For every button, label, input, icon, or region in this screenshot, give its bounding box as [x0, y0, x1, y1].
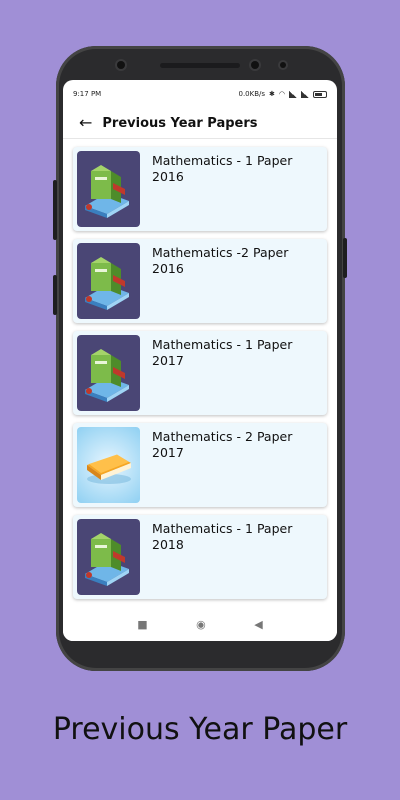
paper-card[interactable]: Mathematics - 1 Paper 2017 — [73, 331, 327, 415]
sensor — [251, 61, 259, 69]
triangle-back-icon[interactable]: ◀ — [254, 618, 262, 631]
signal-icon — [289, 90, 297, 98]
status-icons: 0.0KB/s ✱ ◠ — [238, 90, 327, 98]
side-button — [53, 275, 57, 315]
paper-card[interactable]: Mathematics - 2 Paper 2017 — [73, 423, 327, 507]
paper-title: Mathematics - 1 Paper 2017 — [152, 337, 293, 368]
earpiece-speaker — [160, 63, 240, 68]
paper-title: Mathematics - 1 Paper 2018 — [152, 521, 293, 552]
power-button — [343, 238, 347, 278]
front-camera — [117, 61, 125, 69]
paper-card[interactable]: Mathematics - 1 Paper 2018 — [73, 515, 327, 599]
paper-title: Mathematics - 2 Paper 2017 — [152, 429, 293, 460]
sensor-small — [280, 62, 286, 68]
battery-icon — [313, 90, 327, 98]
status-bar: 9:17 PM 0.0KB/s ✱ ◠ — [63, 80, 337, 108]
back-arrow-icon[interactable]: ← — [79, 115, 92, 131]
caption: Previous Year Paper — [52, 712, 348, 747]
wifi-icon: ◠ — [278, 90, 285, 98]
book-stack-icon — [77, 243, 140, 319]
paper-card[interactable]: Mathematics -2 Paper 2016 — [73, 239, 327, 323]
circle-icon[interactable]: ◉ — [196, 618, 206, 631]
system-nav-bar: ■ ◉ ◀ — [63, 607, 337, 641]
bluetooth-icon: ✱ — [269, 90, 275, 98]
papers-list: Mathematics - 1 Paper 2016 Mathematics -2… — [63, 139, 337, 599]
orange-book-icon — [77, 427, 140, 503]
app-bar: ← Previous Year Papers — [63, 108, 337, 139]
book-stack-icon — [77, 335, 140, 411]
page-title: Previous Year Papers — [102, 115, 258, 131]
paper-card[interactable]: Mathematics - 1 Paper 2016 — [73, 147, 327, 231]
volume-button — [53, 180, 57, 240]
square-icon[interactable]: ■ — [137, 618, 147, 631]
phone-screen: 9:17 PM 0.0KB/s ✱ ◠ ← Previous Year Pape… — [63, 80, 337, 641]
net-speed: 0.0KB/s — [238, 90, 266, 98]
paper-title: Mathematics -2 Paper 2016 — [152, 245, 289, 276]
book-stack-icon — [77, 151, 140, 227]
paper-title: Mathematics - 1 Paper 2016 — [152, 153, 293, 184]
signal-icon-2 — [301, 90, 309, 98]
book-stack-icon — [77, 519, 140, 595]
status-time: 9:17 PM — [73, 90, 102, 98]
